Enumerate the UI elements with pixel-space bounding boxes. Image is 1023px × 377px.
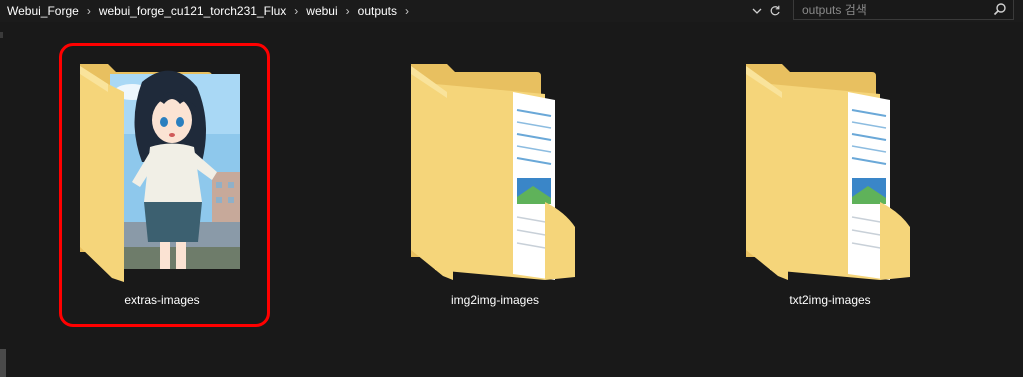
address-bar: Webui_Forge › webui_forge_cu121_torch231… [0,0,1023,22]
folder-img2img-images[interactable]: img2img-images [405,52,585,322]
refresh-button[interactable] [766,0,784,22]
selection-highlight [59,43,270,327]
breadcrumb: Webui_Forge › webui_forge_cu121_torch231… [0,0,752,22]
chevron-down-icon [752,8,762,14]
breadcrumb-item-webui-forge[interactable]: Webui_Forge [0,4,85,18]
breadcrumb-item-outputs[interactable]: outputs [352,4,403,18]
breadcrumb-item-webui[interactable]: webui [300,4,343,18]
search-box[interactable] [793,0,1014,20]
search-icon[interactable] [993,2,1007,16]
folder-with-documents-icon [411,64,575,280]
folder-label: img2img-images [450,293,540,307]
search-input[interactable] [802,2,982,18]
breadcrumb-separator-icon[interactable]: › [344,4,352,18]
folder-txt2img-images[interactable]: txt2img-images [740,52,920,322]
address-history-dropdown-button[interactable] [748,0,766,22]
scrollbar-thumb[interactable] [0,349,6,377]
breadcrumb-separator-icon[interactable]: › [403,4,411,18]
scroll-indicator [0,32,3,38]
folder-label: txt2img-images [789,293,871,307]
breadcrumb-separator-icon[interactable]: › [85,4,93,18]
refresh-icon [770,5,780,16]
breadcrumb-item-webui-forge-cu121[interactable]: webui_forge_cu121_torch231_Flux [93,4,292,18]
folder-with-documents-icon [746,64,910,280]
breadcrumb-separator-icon[interactable]: › [292,4,300,18]
